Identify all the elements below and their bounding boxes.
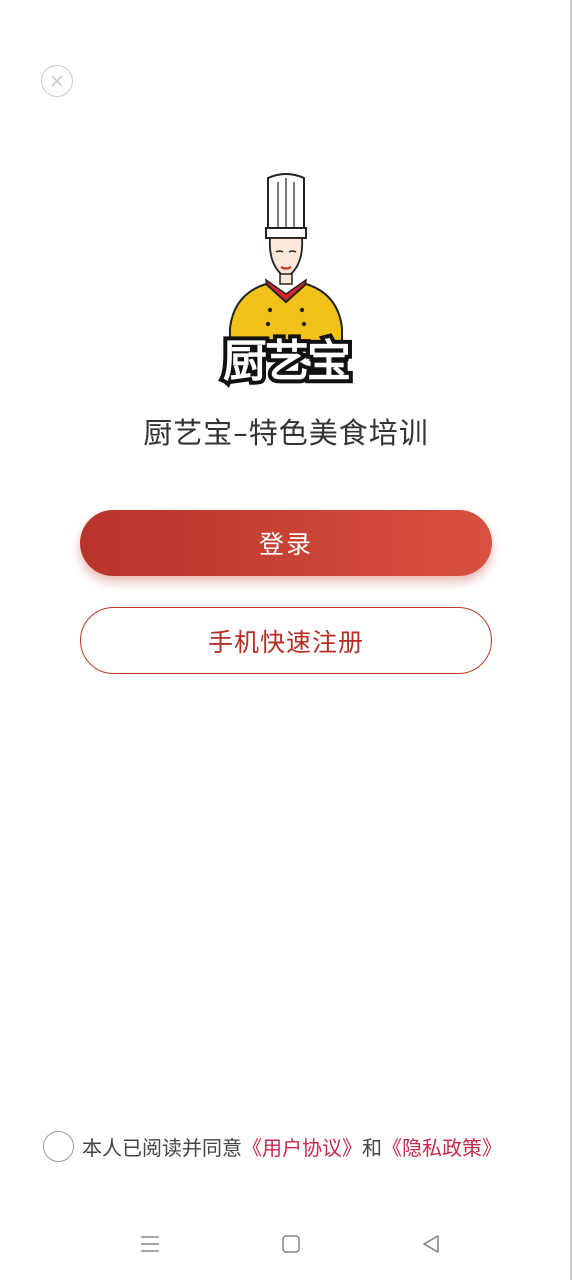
agreement-checkbox[interactable] bbox=[43, 1130, 74, 1162]
back-icon[interactable] bbox=[419, 1232, 443, 1256]
login-button[interactable]: 登录 bbox=[80, 510, 492, 576]
phone-register-button[interactable]: 手机快速注册 bbox=[80, 607, 492, 674]
agreement-row: 本人已阅读并同意 《用户协议》 和 《隐私政策》 bbox=[43, 1130, 502, 1162]
system-nav-bar bbox=[0, 1222, 572, 1266]
menu-icon[interactable] bbox=[138, 1232, 162, 1256]
agreement-conjunction: 和 bbox=[362, 1135, 382, 1160]
home-icon[interactable] bbox=[279, 1232, 303, 1256]
privacy-policy-link[interactable]: 《隐私政策》 bbox=[382, 1132, 502, 1161]
close-icon bbox=[51, 75, 63, 87]
app-title: 厨艺宝–特色美食培训 bbox=[143, 416, 429, 450]
svg-text:厨艺宝: 厨艺宝 bbox=[223, 336, 349, 387]
agreement-prefix: 本人已阅读并同意 bbox=[82, 1135, 242, 1160]
close-button[interactable] bbox=[41, 65, 73, 97]
chef-logo: 厨艺宝 bbox=[208, 170, 364, 392]
user-agreement-link[interactable]: 《用户协议》 bbox=[242, 1132, 362, 1161]
